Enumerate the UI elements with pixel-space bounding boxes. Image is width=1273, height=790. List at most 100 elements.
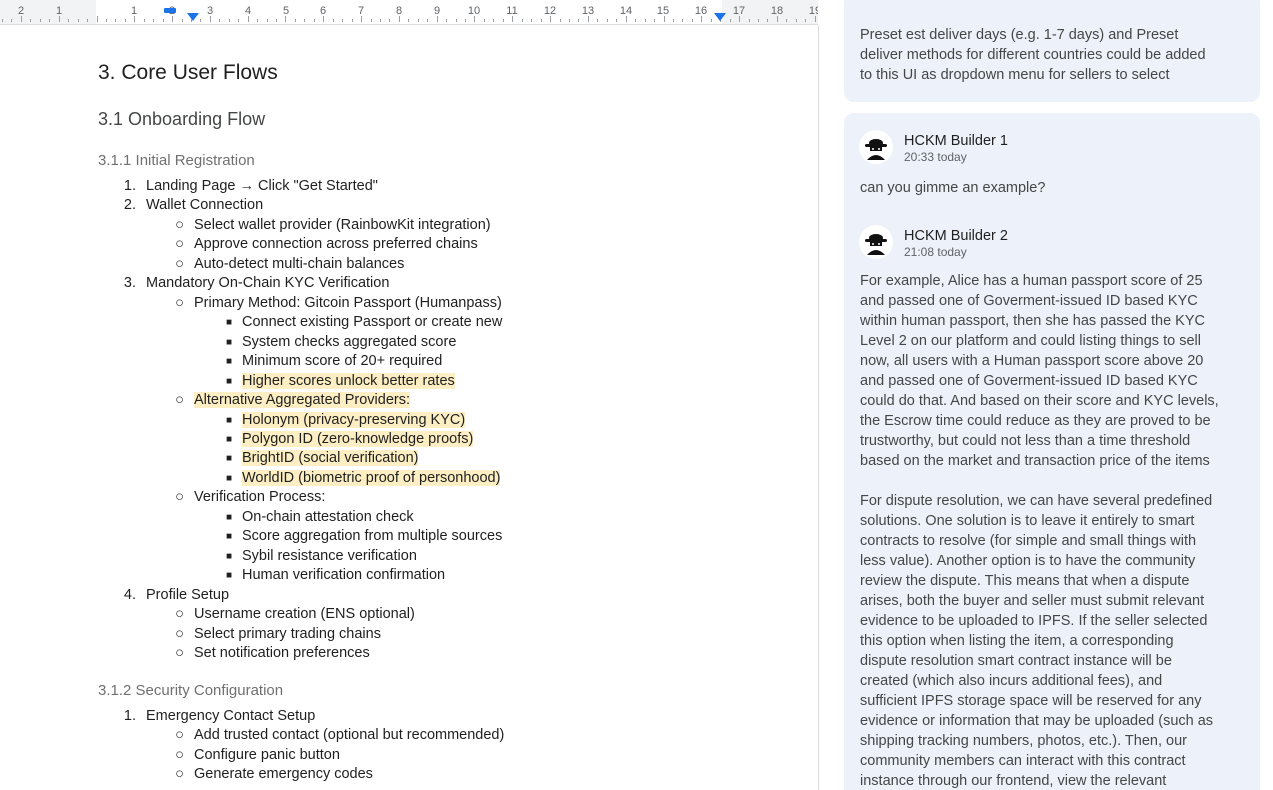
left-indent-marker[interactable] (187, 13, 199, 21)
ruler-tick (503, 19, 504, 22)
ruler-tick (427, 19, 428, 22)
ruler-tick (531, 19, 532, 22)
ruler-tick (11, 19, 12, 22)
ruler-tick (172, 16, 173, 22)
avatar (859, 225, 893, 259)
ruler-tick (295, 19, 296, 22)
list-marker: 1. (123, 178, 136, 194)
list-item: Auto-detect multi-chain balances (194, 255, 405, 272)
list-marker: ○ (175, 236, 184, 253)
list-marker: 1. (123, 708, 136, 724)
ruler-tick (541, 19, 542, 22)
list-marker: ■ (225, 531, 232, 543)
ruler-tick (200, 19, 201, 22)
comment-line: solutions. One solution is to leave it e… (860, 513, 1195, 529)
list-item: Select primary trading chains (194, 625, 381, 642)
list-marker: ○ (175, 255, 184, 272)
comment-line: evidence or information that may be uplo… (860, 713, 1214, 729)
list-marker: 2. (123, 197, 136, 214)
list-marker: ■ (225, 356, 232, 368)
list-marker: ■ (225, 472, 232, 484)
list-item: Primary Method: Gitcoin Passport (Humanp… (194, 294, 502, 311)
ruler-tick (673, 19, 674, 22)
ruler-tick (522, 19, 523, 22)
list-item: Generate emergency codes (194, 766, 373, 783)
ruler-tick (323, 16, 324, 22)
ruler-number: 15 (656, 5, 670, 17)
list-marker: ■ (225, 375, 232, 387)
ruler-number: 19 (808, 5, 818, 17)
ruler-tick (153, 19, 154, 22)
list-item: Mandatory On-Chain KYC Verification (146, 275, 390, 292)
comments-sidebar: Preset est deliver days (e.g. 1-7 days) … (819, 0, 1273, 790)
ruler-tick (465, 19, 466, 22)
heading-core-user-flows: 3. Core User Flows (98, 61, 278, 84)
ruler-tick (49, 19, 50, 22)
ruler-tick (512, 16, 513, 22)
ruler-tick (219, 19, 220, 22)
ruler-tick (144, 19, 145, 22)
ruler-tick (493, 19, 494, 22)
document-page[interactable]: 3. Core User Flows 3.1 Onboarding Flow 3… (0, 25, 819, 790)
list-item: Minimum score of 20+ required (242, 353, 443, 370)
ruler-tick (2, 19, 3, 22)
comment-line: evidence to be uploaded to IPFS. If the … (860, 613, 1208, 629)
comment-line: For dispute resolution, we can have seve… (860, 493, 1213, 509)
ruler-tick (588, 16, 589, 22)
comment-line: and passed one of Goverment-issued ID ba… (860, 373, 1198, 389)
ruler-number: 5 (282, 5, 290, 17)
comment-line: arises, both the buyer and seller must s… (860, 593, 1205, 609)
horizontal-ruler[interactable]: 2112345678910111213141516171819 (0, 0, 818, 25)
list-marker: ○ (175, 645, 184, 662)
comment-timestamp: 20:33 today (904, 150, 967, 164)
list-item: BrightID (social verification) (242, 450, 419, 467)
ruler-tick (484, 19, 485, 22)
ruler-tick (805, 19, 806, 22)
ruler-tick (578, 19, 579, 22)
ruler-tick (314, 19, 315, 22)
comment-line: this option when listing the item, a cor… (860, 633, 1174, 649)
ruler-tick (437, 16, 438, 22)
ruler-tick (59, 16, 60, 22)
ruler-tick (418, 19, 419, 22)
list-item: Human verification confirmation (242, 567, 446, 584)
ruler-tick (446, 19, 447, 22)
ruler-tick (739, 16, 740, 22)
comment-line: the Escrow time could reduce as they are… (860, 413, 1211, 429)
comment-line: shipping tracking numbers, photos, etc.)… (860, 733, 1187, 749)
ruler-tick (342, 19, 343, 22)
list-marker: ■ (225, 414, 232, 426)
ruler-tick (97, 16, 98, 22)
ruler-tick (333, 19, 334, 22)
comment-line: trustworthy, but could not less than a t… (860, 433, 1191, 449)
ruler-left-margin (0, 0, 96, 24)
list-item: System checks aggregated score (242, 333, 457, 350)
ruler-tick (248, 16, 249, 22)
ruler-tick (730, 19, 731, 22)
comment-thread-card[interactable]: HCKM Builder 1 20:33 today can you gimme… (844, 113, 1260, 790)
comment-line: now, all users with a Human passport sco… (860, 353, 1204, 369)
ruler-tick (635, 19, 636, 22)
first-line-indent-marker[interactable] (164, 8, 176, 13)
ruler-tick (767, 19, 768, 22)
comment-line: contracts to resolve (for simple and sma… (860, 533, 1197, 549)
comment-card-previous[interactable]: Preset est deliver days (e.g. 1-7 days) … (844, 0, 1260, 102)
ruler-tick (125, 19, 126, 22)
heading-onboarding-flow: 3.1 Onboarding Flow (98, 109, 266, 129)
comment-line: sufficient IPFS storage space will be re… (860, 693, 1202, 709)
list-item: Set notification preferences (194, 645, 370, 662)
ruler-tick (815, 16, 816, 22)
ruler-tick (777, 16, 778, 22)
comment-line: within human passport, then she has pass… (860, 313, 1205, 329)
ruler-tick (645, 19, 646, 22)
ruler-tick (796, 19, 797, 22)
ruler-tick (276, 19, 277, 22)
avatar (859, 130, 893, 164)
ruler-tick (607, 19, 608, 22)
comment-line: instance through our frontend, view the … (860, 773, 1167, 789)
comment-line: could do that. And based on their score … (860, 393, 1219, 409)
list-item: Add trusted contact (optional but recomm… (194, 727, 505, 744)
right-indent-marker[interactable] (714, 13, 726, 21)
comment-line: Level 2 on our platform and could listin… (860, 333, 1201, 349)
ruler-tick (399, 16, 400, 22)
